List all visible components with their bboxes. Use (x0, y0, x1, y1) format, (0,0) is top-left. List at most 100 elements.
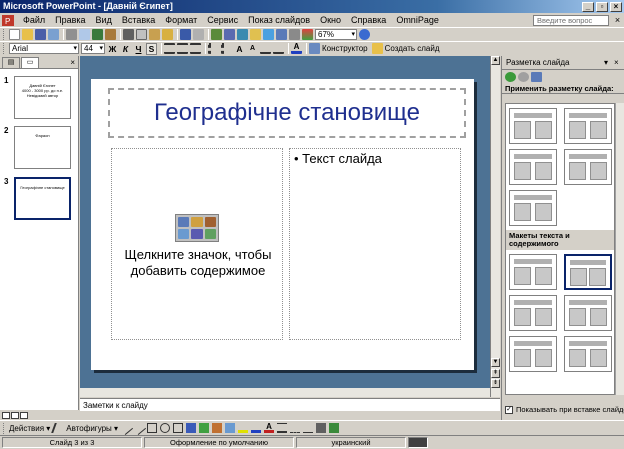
print-preview-icon[interactable] (79, 29, 90, 40)
scroll-down-icon[interactable]: ▼ (491, 358, 500, 367)
restore-button[interactable]: ▫ (596, 1, 608, 12)
cut-icon[interactable] (123, 29, 134, 40)
align-left-icon[interactable] (164, 43, 175, 54)
menu-view[interactable]: Вид (91, 13, 117, 27)
italic-button[interactable]: К (120, 44, 131, 54)
line-color-icon[interactable] (251, 423, 262, 433)
actions-menu[interactable]: Действия ▾ (9, 424, 50, 433)
decrease-indent-icon[interactable] (260, 43, 271, 54)
minimize-button[interactable]: _ (582, 1, 594, 12)
menu-omnipage[interactable]: OmniPage (391, 13, 444, 27)
back-icon[interactable] (505, 71, 516, 82)
new-slide-button[interactable]: Создать слайд (385, 44, 440, 53)
rectangle-icon[interactable] (147, 423, 158, 433)
show-on-insert-checkbox[interactable]: ✓ (505, 405, 513, 414)
horizontal-scrollbar[interactable] (80, 388, 490, 397)
toolbar-grip[interactable] (3, 43, 6, 54)
research-icon[interactable] (105, 29, 116, 40)
font-color-icon[interactable]: A (264, 423, 275, 433)
normal-view-icon[interactable] (2, 411, 10, 419)
open-icon[interactable] (22, 29, 33, 40)
oval-icon[interactable] (160, 423, 171, 433)
expand-all-icon[interactable] (276, 29, 287, 40)
vertical-scrollbar[interactable]: ▲ ▼ ⇞ ⇟ (490, 56, 500, 397)
notes-pane[interactable]: Заметки к слайду (80, 398, 500, 411)
slide-thumbnail-1[interactable]: Давній Єгипет 4000 - 3000 рр. до н.е. Не… (14, 76, 71, 119)
layout-thumbnail[interactable] (509, 336, 557, 372)
copy-icon[interactable] (136, 29, 147, 40)
insert-content-palette[interactable] (175, 214, 219, 242)
clipart-icon[interactable] (212, 423, 223, 433)
slide-title[interactable]: Географічне становище (154, 99, 420, 127)
insert-clipart-icon[interactable] (204, 217, 216, 227)
spelling-status-icon[interactable] (408, 437, 428, 448)
autoshapes-menu[interactable]: Автофигуры ▾ (66, 424, 118, 433)
slide-thumbnail-2[interactable]: Фараон (14, 126, 71, 169)
increase-indent-icon[interactable] (273, 43, 284, 54)
line-style-icon[interactable] (277, 423, 288, 433)
zoom-select[interactable]: 67% (315, 29, 357, 40)
task-pane-scrollbar[interactable] (615, 103, 624, 395)
insert-chart-icon[interactable] (211, 29, 222, 40)
redo-icon[interactable] (193, 29, 204, 40)
tab-outline[interactable]: ▤ (2, 57, 20, 68)
tables-borders-icon[interactable] (237, 29, 248, 40)
slideshow-icon[interactable] (20, 411, 28, 419)
select-objects-icon[interactable] (51, 423, 66, 433)
permission-icon[interactable] (48, 29, 59, 40)
title-placeholder[interactable]: Географічне становище (108, 88, 466, 138)
insert-picture-icon[interactable] (178, 229, 190, 239)
textbox-icon[interactable] (173, 423, 184, 433)
layout-thumbnail[interactable] (564, 295, 612, 331)
align-right-icon[interactable] (190, 43, 201, 54)
previous-slide-icon[interactable]: ⇞ (491, 369, 500, 378)
home-icon[interactable] (531, 71, 542, 82)
insert-table-icon[interactable] (178, 217, 190, 227)
next-slide-icon[interactable]: ⇟ (491, 379, 500, 388)
help-search-input[interactable]: Введите вопрос (533, 14, 609, 26)
menu-help[interactable]: Справка (346, 13, 391, 27)
print-icon[interactable] (66, 29, 77, 40)
font-select[interactable]: Arial (9, 43, 79, 54)
bold-button[interactable]: Ж (107, 44, 118, 54)
layout-thumbnail[interactable] (564, 108, 612, 144)
task-pane-menu-icon[interactable]: ▾ (604, 56, 614, 69)
insert-diagram-icon[interactable] (191, 229, 203, 239)
scroll-up-icon[interactable]: ▲ (491, 56, 500, 65)
slide-sorter-icon[interactable] (11, 411, 19, 419)
toolbar-grip[interactable] (3, 422, 6, 434)
menu-window[interactable]: Окно (315, 13, 346, 27)
forward-icon[interactable] (518, 71, 529, 82)
slide-thumbnail-3[interactable]: Географічне становище (13, 176, 72, 221)
insert-table-icon[interactable] (224, 29, 235, 40)
document-close-button[interactable]: × (613, 15, 622, 25)
numbering-icon[interactable] (208, 43, 219, 54)
task-pane-close-icon[interactable]: × (614, 56, 624, 69)
toolbar-grip[interactable] (3, 29, 6, 40)
layout-thumbnail[interactable] (564, 336, 612, 372)
powerpoint-icon[interactable]: P (2, 14, 14, 26)
menu-insert[interactable]: Вставка (117, 13, 160, 27)
picture-icon[interactable] (225, 423, 236, 433)
menu-file[interactable]: Файл (18, 13, 50, 27)
bullets-icon[interactable] (221, 43, 232, 54)
hyperlink-icon[interactable] (263, 29, 274, 40)
layout-thumbnail[interactable] (509, 254, 557, 290)
shrink-font-button[interactable]: A (247, 45, 258, 52)
content-placeholder[interactable]: Щелкните значок, чтобы добавить содержим… (111, 148, 283, 340)
layout-thumbnail[interactable] (509, 295, 557, 331)
color-grayscale-icon[interactable] (302, 29, 313, 40)
fill-color-icon[interactable] (238, 423, 249, 433)
help-icon[interactable] (359, 29, 370, 40)
menu-slideshow[interactable]: Показ слайдов (243, 13, 315, 27)
dash-style-icon[interactable] (290, 423, 301, 433)
layout-thumbnail[interactable] (564, 149, 612, 185)
text-placeholder[interactable]: • Текст слайда (289, 148, 461, 340)
line-icon[interactable] (119, 420, 134, 436)
shadow-button[interactable]: S (146, 42, 157, 55)
design-button[interactable]: Конструктор (322, 44, 368, 53)
wordart-icon[interactable] (186, 423, 197, 433)
bullet-text[interactable]: • Текст слайда (294, 151, 382, 166)
menu-format[interactable]: Формат (160, 13, 202, 27)
3d-style-icon[interactable] (329, 423, 340, 433)
